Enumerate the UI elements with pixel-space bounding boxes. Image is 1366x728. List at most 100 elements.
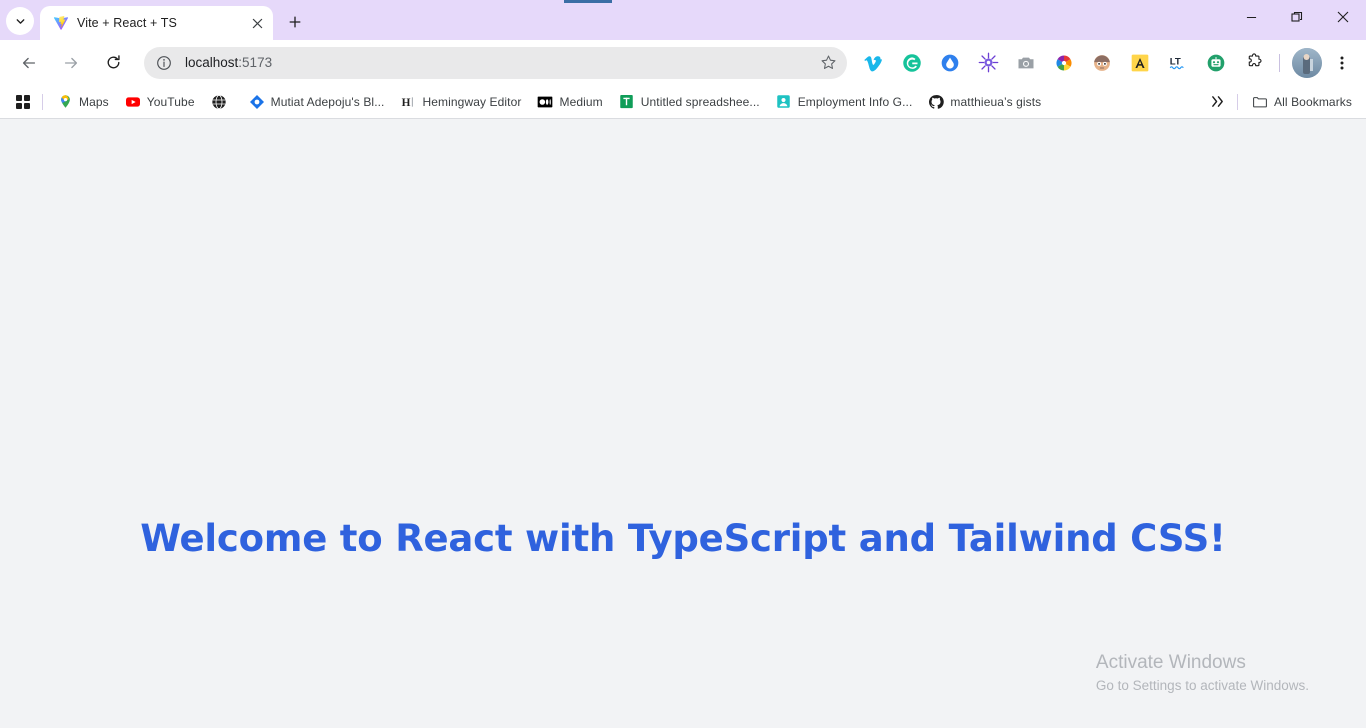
- tab-title: Vite + React + TS: [77, 16, 177, 30]
- bookmark-star-button[interactable]: [815, 50, 841, 76]
- bookmark-label: matthieua’s gists: [950, 94, 1042, 109]
- grammarly-extension-icon[interactable]: [897, 48, 927, 78]
- close-window-button[interactable]: [1320, 0, 1366, 34]
- diamond-icon: [249, 94, 265, 110]
- bookmark-globe[interactable]: [203, 90, 241, 114]
- bookmarks-separator: [42, 93, 43, 110]
- bookmarks-right-separator: [1237, 93, 1238, 110]
- bookmark-untitled-spreadsheet[interactable]: Untitled spreadshee...: [611, 90, 768, 114]
- robot-icon: [1207, 54, 1225, 71]
- languagetool-icon: LT: [1169, 57, 1184, 70]
- restore-button[interactable]: [1274, 0, 1320, 34]
- metamask-extension-icon[interactable]: [935, 48, 965, 78]
- profile-avatar[interactable]: [1292, 47, 1322, 78]
- screenshot-extension-icon[interactable]: [1011, 48, 1041, 78]
- back-button[interactable]: [13, 47, 45, 79]
- bookmark-employment-info[interactable]: Employment Info G...: [768, 90, 921, 114]
- apps-grid-icon: [16, 94, 30, 109]
- info-circle-icon: [157, 55, 171, 70]
- bookmark-label: Mutiat Adepoju's Bl...: [270, 94, 385, 109]
- bookmarks-overflow-button[interactable]: [1203, 89, 1231, 115]
- close-icon: [252, 18, 262, 28]
- url-port: :5173: [238, 55, 273, 70]
- three-dots-vertical-icon: [1340, 56, 1344, 69]
- drop-circle-icon: [941, 54, 959, 71]
- toolbar-separator: [1279, 53, 1280, 72]
- apps-grid-button[interactable]: [10, 89, 36, 115]
- address-bar[interactable]: localhost:5173: [144, 46, 847, 79]
- globe-icon: [211, 94, 227, 110]
- browser-window: Vite + React + TS localhost:5173 LT Maps…: [0, 0, 1366, 728]
- hemingway-icon: H: [401, 94, 417, 110]
- chevron-double-right-icon: [1211, 96, 1223, 107]
- colorwheel-extension-icon[interactable]: [1049, 48, 1079, 78]
- bookmark-label: Medium: [559, 94, 603, 109]
- bookmark-youtube[interactable]: YouTube: [117, 90, 203, 114]
- tab-vite-react-ts[interactable]: Vite + React + TS: [40, 6, 273, 40]
- bookmark-matthieua-gists[interactable]: matthieua’s gists: [920, 90, 1049, 114]
- puzzle-icon: [1248, 53, 1261, 67]
- watermark-subtitle: Go to Settings to activate Windows.: [1095, 677, 1309, 693]
- reload-icon: [107, 55, 120, 69]
- color-wheel-icon: [1056, 55, 1072, 70]
- avatar-icon: [1292, 47, 1322, 78]
- url-text: localhost:5173: [176, 55, 815, 70]
- robot-extension-icon[interactable]: [1201, 48, 1231, 78]
- bookmark-maps[interactable]: Maps: [49, 90, 117, 114]
- tab-strip: Vite + React + TS: [0, 0, 1366, 40]
- hero-section: Welcome to React with TypeScript and Tai…: [0, 517, 1366, 561]
- arrow-left-icon: [22, 57, 36, 68]
- forward-button[interactable]: [55, 47, 87, 79]
- chrome-menu-button[interactable]: [1328, 48, 1356, 78]
- all-bookmarks-button[interactable]: All Bookmarks: [1244, 90, 1360, 114]
- folder-icon: [1252, 94, 1268, 110]
- site-info-icon[interactable]: [152, 51, 176, 75]
- camera-icon: [1018, 57, 1034, 68]
- medium-icon: [537, 94, 553, 110]
- browser-toolbar: localhost:5173 LT: [0, 40, 1366, 85]
- bookmarks-bar-right: All Bookmarks: [1203, 89, 1360, 115]
- maps-pin-icon: [57, 94, 73, 110]
- close-tab-button[interactable]: [247, 13, 267, 33]
- github-icon: [928, 94, 945, 110]
- svg-text:LT: LT: [1169, 57, 1180, 68]
- reload-button[interactable]: [97, 47, 129, 79]
- chevron-down-icon: [16, 18, 24, 24]
- starburst-extension-icon[interactable]: [973, 48, 1003, 78]
- top-accent-strip: [564, 0, 612, 3]
- watermark-title: Activate Windows: [1095, 652, 1246, 674]
- restore-icon: [1291, 11, 1303, 22]
- windows-activation-watermark: Activate Windows Go to Settings to activ…: [1096, 650, 1309, 696]
- bookmark-label: Untitled spreadshee...: [640, 94, 760, 109]
- vimeo-extension-icon[interactable]: [859, 48, 889, 78]
- star-icon: [821, 55, 835, 69]
- bookmarks-bar: Maps YouTube Mutiat Adepoju's Bl... H He…: [0, 85, 1366, 119]
- all-bookmarks-label: All Bookmarks: [1274, 94, 1352, 109]
- grammarly-icon: [903, 53, 921, 72]
- bookmark-label: Maps: [79, 94, 109, 109]
- bookmark-medium[interactable]: Medium: [529, 90, 610, 114]
- window-controls: [1228, 0, 1366, 34]
- arrow-right-icon: [64, 57, 78, 68]
- url-host: localhost: [185, 55, 239, 70]
- awesome-screenshot-extension-icon[interactable]: [1125, 48, 1155, 78]
- svg-text:H: H: [401, 97, 410, 109]
- vite-logo-icon: [52, 15, 69, 32]
- bookmark-label: Hemingway Editor: [422, 94, 522, 109]
- close-icon: [1337, 11, 1349, 23]
- face-extension-icon[interactable]: [1087, 48, 1117, 78]
- search-tabs-button[interactable]: [6, 7, 34, 35]
- plus-icon: [289, 16, 301, 28]
- vimeo-icon: [864, 55, 882, 71]
- youtube-icon: [125, 94, 141, 110]
- minimize-icon: [1246, 16, 1256, 18]
- bookmark-mutiat-blog[interactable]: Mutiat Adepoju's Bl...: [241, 90, 393, 114]
- new-tab-button[interactable]: [281, 8, 309, 36]
- page-heading: Welcome to React with TypeScript and Tai…: [140, 517, 1226, 560]
- languagetool-extension-icon[interactable]: LT: [1163, 48, 1193, 78]
- minimize-button[interactable]: [1228, 0, 1274, 34]
- starburst-icon: [978, 52, 998, 73]
- contacts-icon: [776, 94, 792, 110]
- bookmark-hemingway-editor[interactable]: H Hemingway Editor: [393, 90, 530, 114]
- extensions-puzzle-icon[interactable]: [1239, 48, 1269, 78]
